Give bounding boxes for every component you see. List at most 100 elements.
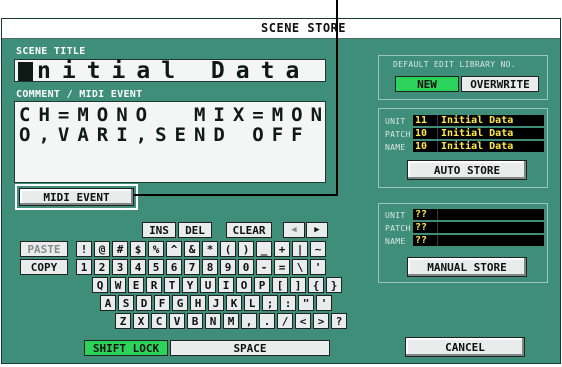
keyboard-key[interactable]: ( (220, 241, 236, 257)
keyboard-key[interactable]: L (244, 295, 260, 311)
keyboard-key[interactable]: H (190, 295, 206, 311)
unit-number: 11 (413, 115, 438, 126)
patch-number: 10 (413, 128, 438, 139)
keyboard-key[interactable]: ; (262, 295, 278, 311)
keyboard-key[interactable]: * (202, 241, 218, 257)
patch-value: 10 Initial Data (413, 128, 544, 139)
scene-title-field[interactable]: nitial Data (14, 58, 326, 84)
keyboard-key[interactable]: 8 (202, 259, 218, 275)
delete-key[interactable]: DEL (178, 222, 212, 238)
insert-key[interactable]: INS (142, 222, 176, 238)
keyboard-key[interactable]: % (148, 241, 164, 257)
keyboard-key[interactable]: 2 (94, 259, 110, 275)
keyboard-key[interactable]: " (298, 295, 314, 311)
unit-label: UNIT (385, 117, 406, 126)
keyboard-key[interactable]: 9 (220, 259, 236, 275)
keyboard-key[interactable]: E (128, 277, 144, 293)
callout-line (336, 0, 338, 196)
keyboard-key[interactable]: K (226, 295, 242, 311)
keyboard-key[interactable]: _ (256, 241, 272, 257)
keyboard-key[interactable]: | (292, 241, 308, 257)
keyboard-key[interactable]: @ (94, 241, 110, 257)
new-toggle[interactable]: NEW (395, 76, 459, 92)
keyboard-key[interactable]: R (146, 277, 162, 293)
cursor-left-key[interactable]: ◀ (283, 222, 305, 238)
keyboard-key[interactable]: 4 (130, 259, 146, 275)
comment-line-1: CH=MONO MIX=MON (19, 104, 331, 126)
manual-unit-value: ?? (413, 209, 544, 220)
keyboard-key[interactable]: - (256, 259, 272, 275)
keyboard-key[interactable]: P (254, 277, 270, 293)
manual-store-panel: UNIT ?? PATCH ?? NAME ?? MANUAL STORE (378, 203, 548, 283)
keyboard-key[interactable]: \ (292, 259, 308, 275)
comment-field[interactable]: CH=MONO MIX=MON O,VARI,SEND OFF (14, 101, 326, 183)
keyboard-key[interactable]: ~ (310, 241, 326, 257)
shift-lock-key[interactable]: SHIFT LOCK (84, 340, 168, 356)
keyboard-key[interactable]: / (277, 313, 293, 329)
keyboard-key[interactable]: 6 (166, 259, 182, 275)
keyboard-key[interactable]: ? (331, 313, 347, 329)
keyboard-key[interactable]: $ (130, 241, 146, 257)
cancel-button[interactable]: CANCEL (405, 337, 525, 357)
copy-key[interactable]: COPY (20, 259, 68, 275)
keyboard-key[interactable]: X (133, 313, 149, 329)
keyboard-key[interactable]: [ (272, 277, 288, 293)
title-bar: SCENE STORE (2, 19, 560, 39)
keyboard-key[interactable]: . (259, 313, 275, 329)
keyboard-key[interactable]: { (308, 277, 324, 293)
space-key[interactable]: SPACE (170, 340, 330, 356)
manual-patch-value: ?? (413, 222, 544, 233)
paste-key[interactable]: PASTE (20, 241, 68, 257)
keyboard-key[interactable]: F (154, 295, 170, 311)
keyboard-key[interactable]: C (151, 313, 167, 329)
keyboard-key[interactable]: S (118, 295, 134, 311)
manual-store-button[interactable]: MANUAL STORE (407, 257, 527, 277)
keyboard-key[interactable]: ' (316, 295, 332, 311)
keyboard-key[interactable]: D (136, 295, 152, 311)
scene-title-value: nitial Data (37, 58, 311, 84)
keyboard-key[interactable]: > (313, 313, 329, 329)
keyboard-key[interactable]: A (100, 295, 116, 311)
keyboard-key[interactable]: 1 (76, 259, 92, 275)
keyboard-key[interactable]: 3 (112, 259, 128, 275)
keyboard-key[interactable]: Z (115, 313, 131, 329)
keyboard-key[interactable]: = (274, 259, 290, 275)
overwrite-toggle[interactable]: OVERWRITE (461, 76, 539, 92)
keyboard-key[interactable]: ^ (166, 241, 182, 257)
keyboard-key[interactable]: Y (182, 277, 198, 293)
manual-unit-number: ?? (413, 209, 438, 220)
keyboard-key[interactable]: G (172, 295, 188, 311)
keyboard-key[interactable]: ) (238, 241, 254, 257)
name-number: 10 (413, 141, 438, 152)
keyboard-key[interactable]: 5 (148, 259, 164, 275)
keyboard-key[interactable]: ] (290, 277, 306, 293)
keyboard-key[interactable]: 7 (184, 259, 200, 275)
keyboard-key[interactable]: O (236, 277, 252, 293)
keyboard-key[interactable]: : (280, 295, 296, 311)
keyboard-key[interactable]: U (200, 277, 216, 293)
keyboard-key[interactable]: ' (310, 259, 326, 275)
keyboard-key[interactable]: J (208, 295, 224, 311)
keyboard-key[interactable]: , (241, 313, 257, 329)
keyboard-key[interactable]: < (295, 313, 311, 329)
patch-label: PATCH (385, 130, 411, 139)
cursor-right-key[interactable]: ▶ (306, 222, 328, 238)
keyboard-key[interactable]: N (205, 313, 221, 329)
keyboard-key[interactable]: + (274, 241, 290, 257)
clear-key[interactable]: CLEAR (226, 222, 272, 238)
keyboard-key[interactable]: 0 (238, 259, 254, 275)
keyboard-key[interactable]: Q (92, 277, 108, 293)
keyboard-key[interactable]: W (110, 277, 126, 293)
keyboard-key[interactable]: V (169, 313, 185, 329)
keyboard-key[interactable]: ! (76, 241, 92, 257)
keyboard-key[interactable]: # (112, 241, 128, 257)
keyboard-key[interactable]: & (184, 241, 200, 257)
auto-store-button[interactable]: AUTO STORE (407, 160, 527, 180)
keyboard-key[interactable]: M (223, 313, 239, 329)
keyboard-key[interactable]: } (326, 277, 342, 293)
midi-event-button[interactable]: MIDI EVENT (19, 188, 134, 206)
keyboard-key[interactable]: T (164, 277, 180, 293)
keyboard-key[interactable]: I (218, 277, 234, 293)
patch-name: Initial Data (441, 128, 514, 139)
keyboard-key[interactable]: B (187, 313, 203, 329)
